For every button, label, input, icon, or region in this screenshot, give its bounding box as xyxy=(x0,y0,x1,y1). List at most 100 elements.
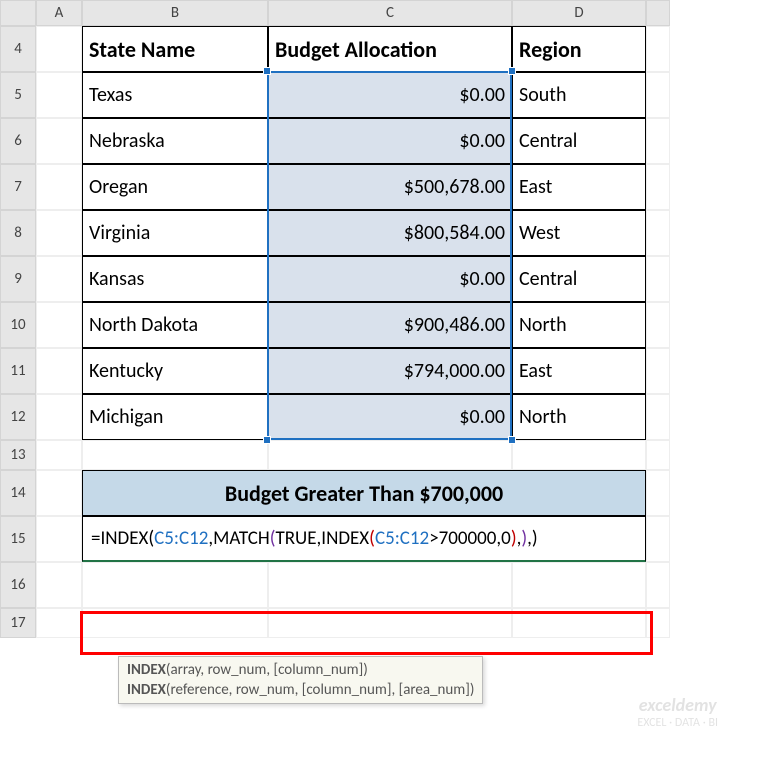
fx-ref1: C5:C12 xyxy=(154,527,208,550)
tooltip-fn1: INDEX xyxy=(127,661,166,679)
cell-a12[interactable] xyxy=(36,394,82,440)
fx-eq: = xyxy=(91,527,100,550)
cell-state-4[interactable]: Kansas xyxy=(82,256,268,302)
cell-region-6[interactable]: East xyxy=(512,348,646,394)
cell-budget-2[interactable]: $500,678.00 xyxy=(268,164,512,210)
cell-a7[interactable] xyxy=(36,164,82,210)
fx-fn-index1: INDEX xyxy=(100,527,148,550)
fx-true: TRUE xyxy=(275,527,316,550)
title-cell[interactable]: Budget Greater Than $700,000 xyxy=(82,470,646,516)
cell-state-1[interactable]: Nebraska xyxy=(82,118,268,164)
col-header-a[interactable]: A xyxy=(36,0,82,26)
cell-region-0[interactable]: South xyxy=(512,72,646,118)
cell-e15[interactable] xyxy=(646,516,670,562)
cell-region-4[interactable]: Central xyxy=(512,256,646,302)
cell-a10[interactable] xyxy=(36,302,82,348)
cell-e10[interactable] xyxy=(646,302,670,348)
cell-e11[interactable] xyxy=(646,348,670,394)
cell-budget-1[interactable]: $0.00 xyxy=(268,118,512,164)
watermark-tag: EXCEL · DATA · BI xyxy=(637,716,718,730)
cell-a5[interactable] xyxy=(36,72,82,118)
cell-e6[interactable] xyxy=(646,118,670,164)
cell-e4[interactable] xyxy=(646,26,670,72)
cell-region-5[interactable]: North xyxy=(512,302,646,348)
row-header-14[interactable]: 14 xyxy=(0,470,36,516)
row-header-4[interactable]: 4 xyxy=(0,26,36,72)
cell-e7[interactable] xyxy=(646,164,670,210)
row-header-16[interactable]: 16 xyxy=(0,562,36,608)
cell-region-2[interactable]: East xyxy=(512,164,646,210)
row-header-10[interactable]: 10 xyxy=(0,302,36,348)
cell-a11[interactable] xyxy=(36,348,82,394)
cell-state-2[interactable]: Oregan xyxy=(82,164,268,210)
cell-state-6[interactable]: Kentucky xyxy=(82,348,268,394)
cell-e16[interactable] xyxy=(646,562,670,608)
cell-budget-7[interactable]: $0.00 xyxy=(268,394,512,440)
cell-a15[interactable] xyxy=(36,516,82,562)
cell-a8[interactable] xyxy=(36,210,82,256)
cell-region-3[interactable]: West xyxy=(512,210,646,256)
cell-d17[interactable] xyxy=(512,608,646,638)
cell-b16[interactable] xyxy=(82,562,268,608)
header-state[interactable]: State Name xyxy=(82,26,268,72)
cell-a16[interactable] xyxy=(36,562,82,608)
cell-b17[interactable] xyxy=(82,608,268,638)
col-header-d[interactable]: D xyxy=(512,0,646,26)
cell-a9[interactable] xyxy=(36,256,82,302)
watermark-brand: exceldemy xyxy=(637,694,718,716)
row-header-15[interactable]: 15 xyxy=(0,516,36,562)
cell-d16[interactable] xyxy=(512,562,646,608)
corner-cell[interactable] xyxy=(0,0,36,26)
row-header-7[interactable]: 7 xyxy=(0,164,36,210)
col-header-b[interactable]: B xyxy=(82,0,268,26)
cell-budget-4[interactable]: $0.00 xyxy=(268,256,512,302)
cell-budget-3[interactable]: $800,584.00 xyxy=(268,210,512,256)
row-header-6[interactable]: 6 xyxy=(0,118,36,164)
cell-c13[interactable] xyxy=(268,440,512,470)
function-tooltip[interactable]: INDEX(array, row_num, [column_num]) INDE… xyxy=(118,656,483,704)
tooltip-sig2: (reference, row_num, [column_num], [area… xyxy=(166,681,475,699)
cell-e12[interactable] xyxy=(646,394,670,440)
cell-region-7[interactable]: North xyxy=(512,394,646,440)
cell-budget-0[interactable]: $0.00 xyxy=(268,72,512,118)
cell-e17[interactable] xyxy=(646,608,670,638)
cell-budget-6[interactable]: $794,000.00 xyxy=(268,348,512,394)
cell-e5[interactable] xyxy=(646,72,670,118)
row-header-12[interactable]: 12 xyxy=(0,394,36,440)
row-header-8[interactable]: 8 xyxy=(0,210,36,256)
cell-c16[interactable] xyxy=(268,562,512,608)
spreadsheet-grid[interactable]: A B C D 4 State Name Budget Allocation R… xyxy=(0,0,768,638)
fx-fn-match: MATCH xyxy=(213,527,270,550)
cell-b13[interactable] xyxy=(82,440,268,470)
cell-d13[interactable] xyxy=(512,440,646,470)
col-header-c[interactable]: C xyxy=(268,0,512,26)
row-header-11[interactable]: 11 xyxy=(0,348,36,394)
cell-e9[interactable] xyxy=(646,256,670,302)
cell-c17[interactable] xyxy=(268,608,512,638)
header-region[interactable]: Region xyxy=(512,26,646,72)
row-header-13[interactable]: 13 xyxy=(0,440,36,470)
cell-state-3[interactable]: Virginia xyxy=(82,210,268,256)
col-header-e[interactable] xyxy=(646,0,670,26)
cell-e14[interactable] xyxy=(646,470,670,516)
cell-a17[interactable] xyxy=(36,608,82,638)
cell-a6[interactable] xyxy=(36,118,82,164)
cell-e13[interactable] xyxy=(646,440,670,470)
row-header-9[interactable]: 9 xyxy=(0,256,36,302)
cell-budget-5[interactable]: $900,486.00 xyxy=(268,302,512,348)
cell-a14[interactable] xyxy=(36,470,82,516)
cell-a13[interactable] xyxy=(36,440,82,470)
header-budget[interactable]: Budget Allocation xyxy=(268,26,512,72)
cell-state-7[interactable]: Michigan xyxy=(82,394,268,440)
row-header-17[interactable]: 17 xyxy=(0,608,36,638)
cell-state-5[interactable]: North Dakota xyxy=(82,302,268,348)
fx-ref2: C5:C12 xyxy=(375,527,429,550)
cell-state-0[interactable]: Texas xyxy=(82,72,268,118)
fx-gt: >700000,0 xyxy=(429,527,511,550)
cell-region-1[interactable]: Central xyxy=(512,118,646,164)
row-header-5[interactable]: 5 xyxy=(0,72,36,118)
fx-fn-index2: INDEX xyxy=(321,527,369,550)
cell-a4[interactable] xyxy=(36,26,82,72)
cell-e8[interactable] xyxy=(646,210,670,256)
formula-input[interactable]: =INDEX(C5:C12,MATCH(TRUE,INDEX(C5:C12>70… xyxy=(82,516,646,562)
